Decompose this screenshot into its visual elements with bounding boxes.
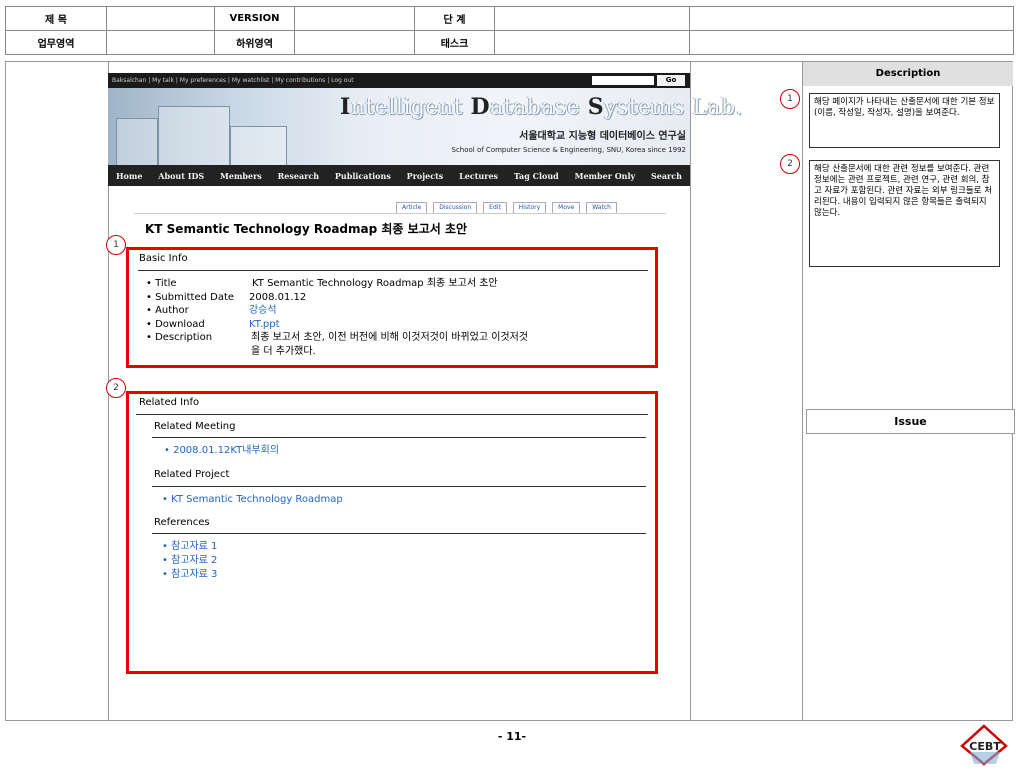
nav-members[interactable]: Members [220, 171, 262, 181]
related-info-heading: Related Info [139, 397, 200, 408]
basic-info-heading: Basic Info [139, 253, 188, 264]
nav-search[interactable]: Search [651, 171, 682, 181]
basic-label-author: • Author [146, 305, 189, 316]
download-link[interactable]: KT.ppt [249, 318, 280, 332]
description-item-1: 해당 페이지가 나타내는 산출문서에 대한 기본 정보(이름, 작성일, 작성자… [809, 93, 1000, 148]
cebt-logo-icon: CEBT [960, 724, 1008, 766]
nav-member-only[interactable]: Member Only [575, 171, 636, 181]
nav-lectures[interactable]: Lectures [459, 171, 498, 181]
nav-tag-cloud[interactable]: Tag Cloud [514, 171, 559, 181]
callout-marker-1: 1 [106, 235, 126, 255]
building-graphic-2 [158, 106, 230, 165]
search-input[interactable] [592, 76, 654, 85]
project-link[interactable]: • KT Semantic Technology Roadmap [162, 493, 343, 507]
nav-home[interactable]: Home [116, 171, 142, 181]
related-meeting-heading: Related Meeting [154, 421, 236, 432]
reference-link-2[interactable]: • 참고자료 2 [162, 554, 217, 568]
tab-history[interactable]: History [512, 202, 547, 213]
related-project-heading: Related Project [154, 469, 230, 480]
nav-research[interactable]: Research [278, 171, 319, 181]
task-label: 태스크 [414, 30, 495, 55]
cebt-logo: CEBT [960, 724, 1010, 766]
task-value [494, 30, 690, 55]
tab-discussion[interactable]: Discussion [433, 202, 478, 213]
nav-projects[interactable]: Projects [407, 171, 444, 181]
nav-about[interactable]: About IDS [158, 171, 204, 181]
tab-watch[interactable]: Watch [586, 202, 617, 213]
description-item-2: 해당 산출문서에 대한 관련 정보를 보여준다. 관련 정보에는 관련 프로젝트… [809, 160, 1000, 267]
header-blank-cell-2 [689, 30, 1014, 55]
subarea-label: 하위영역 [214, 30, 295, 55]
column-divider-mid [690, 61, 691, 721]
desc-marker-2: 2 [780, 154, 800, 174]
version-value [294, 6, 415, 31]
desc-marker-1: 1 [780, 89, 800, 109]
tab-move[interactable]: Move [552, 202, 581, 213]
author-link[interactable]: 강승석 [249, 304, 277, 318]
version-label: VERSION [214, 6, 295, 31]
go-button[interactable]: Go [657, 75, 685, 86]
basic-label-description: • Description [146, 332, 213, 343]
reference-link-3[interactable]: • 참고자료 3 [162, 568, 217, 582]
tab-article[interactable]: Article [396, 202, 428, 213]
page-title: KT Semantic Technology Roadmap 최종 보고서 초안 [145, 222, 468, 236]
description-heading: Description [803, 62, 1013, 86]
basic-label-date: • Submitted Date [146, 291, 235, 303]
project-divider [152, 486, 646, 487]
callout-marker-2: 2 [106, 378, 126, 398]
area-label: 업무영역 [5, 30, 107, 55]
area-value [106, 30, 215, 55]
references-divider [152, 533, 646, 534]
building-graphic-3 [230, 126, 287, 165]
references-heading: References [154, 517, 210, 528]
basic-value-title: KT Semantic Technology Roadmap 최종 보고서 초안 [252, 278, 498, 289]
building-graphic [116, 118, 158, 165]
issue-heading: Issue [806, 409, 1015, 434]
page-number: - 11- [497, 730, 527, 743]
document-header-table: 제 목 VERSION 단 계 업무영역 하위영역 태스크 [5, 6, 1014, 55]
basic-label-download: • Download [146, 318, 205, 330]
column-divider-right [802, 61, 803, 721]
subarea-value [294, 30, 415, 55]
main-nav: Home About IDS Members Research Publicat… [108, 165, 690, 186]
basic-info-highlight [126, 247, 658, 368]
related-info-divider [136, 414, 648, 415]
basic-value-description-cont: 을 더 추가했다. [251, 345, 316, 357]
nav-publications[interactable]: Publications [335, 171, 391, 181]
banner-korean-subtitle: 서울대학교 지능형 데이터베이스 연구실 [519, 131, 686, 142]
banner-title: Intelligent Database Systems Lab. [340, 94, 744, 120]
reference-link-1[interactable]: • 참고자료 1 [162, 540, 217, 554]
meeting-link[interactable]: • 2008.01.12KT내부회의 [164, 444, 279, 458]
tab-underline [134, 213, 666, 214]
stage-label: 단 계 [414, 6, 495, 31]
page-tabs: Article Discussion Edit History Move Wat… [396, 202, 617, 213]
title-value [106, 6, 215, 31]
basic-info-divider [138, 270, 648, 271]
basic-value-date: 2008.01.12 [249, 291, 307, 303]
header-blank-cell [689, 6, 1014, 31]
meeting-divider [152, 437, 646, 438]
basic-value-description: 최종 보고서 초안, 이전 버전에 비해 이것저것이 바뀌었고 이것저것 [251, 332, 529, 343]
banner-english-subtitle: School of Computer Science & Engineering… [451, 146, 687, 154]
svg-text:CEBT: CEBT [969, 740, 1001, 753]
title-label: 제 목 [5, 6, 107, 31]
basic-label-title: • Title [146, 278, 177, 289]
tab-edit[interactable]: Edit [483, 202, 507, 213]
stage-value [494, 6, 690, 31]
